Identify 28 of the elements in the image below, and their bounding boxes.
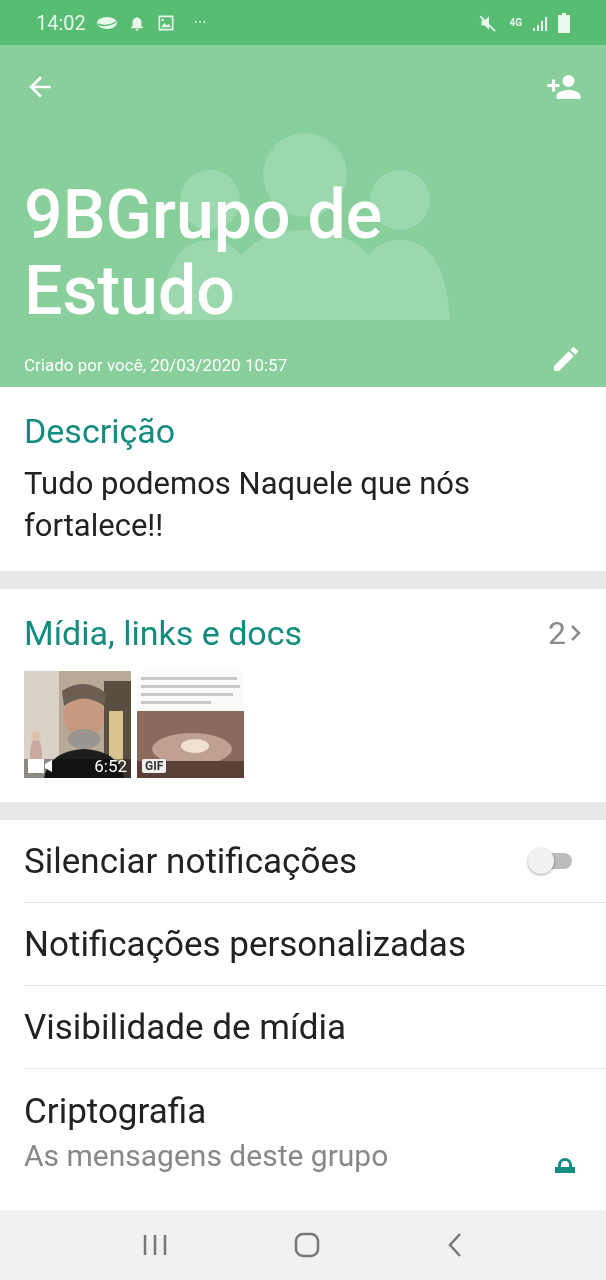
setting-label: Criptografia (24, 1091, 208, 1132)
video-duration: 6:52 (94, 756, 127, 776)
battery-icon (558, 12, 570, 33)
settings-row[interactable]: Silenciar notificações (24, 820, 606, 903)
section-heading: Descrição (24, 411, 177, 451)
network-type: 4G (509, 17, 522, 28)
gif-badge: GIF (142, 759, 167, 773)
home-button[interactable] (294, 1232, 320, 1258)
more-notifications: ··· (193, 13, 207, 32)
chevron-icon (570, 623, 582, 643)
setting-description: As mensagens deste grupo (24, 1138, 390, 1173)
video-thumbnail[interactable]: 6:52 (24, 671, 131, 778)
settings-row[interactable]: Notificações personalizadas (24, 903, 606, 986)
gif-thumbnail[interactable]: GIF (137, 671, 244, 778)
group-description: Tudo podemos Naquele que nós fortalece!! (24, 464, 471, 546)
settings-row[interactable]: Visibilidade de mídia (24, 986, 606, 1069)
signal-icon (532, 14, 548, 31)
group-title: 9BGrupo de Estudo (24, 177, 384, 329)
settings-row[interactable]: Criptografia As mensagens deste grupo (24, 1069, 606, 1173)
setting-label: Silenciar notificações (24, 840, 358, 882)
setting-label: Visibilidade de mídia (24, 1006, 347, 1048)
created-info: Criado por você, 20/03/2020 10:57 (24, 355, 288, 375)
video-camera-icon (28, 759, 52, 773)
setting-label: Notificações personalizadas (24, 923, 467, 965)
section-heading: Mídia, links e docs (24, 613, 303, 653)
status-time: 14:02 (36, 10, 86, 35)
recent-apps-button[interactable] (143, 1234, 168, 1256)
back-nav-button[interactable] (446, 1232, 463, 1258)
